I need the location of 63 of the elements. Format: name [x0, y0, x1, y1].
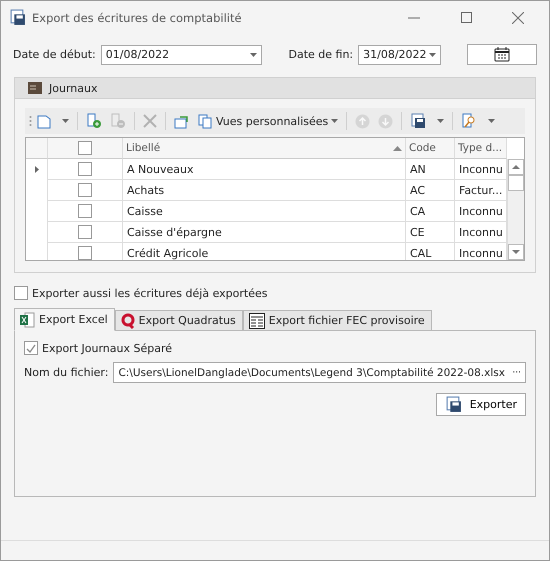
- grip-icon: [29, 115, 32, 127]
- checkbox[interactable]: [78, 246, 92, 260]
- export-button[interactable]: Exporter: [436, 393, 526, 416]
- close-icon: [512, 12, 524, 24]
- copy-icon: [198, 114, 213, 128]
- document-icon: [37, 113, 51, 129]
- date-field[interactable]: 31/08/2022: [358, 44, 442, 64]
- panel-title: Journaux: [49, 82, 98, 94]
- up-arrow-icon: [512, 165, 520, 169]
- table-cell: CE: [406, 222, 455, 243]
- delete-icon: [143, 114, 157, 128]
- table-cell: AC: [406, 180, 455, 201]
- column-header[interactable]: Code: [406, 138, 455, 159]
- table-icon: [248, 312, 265, 328]
- browse-button[interactable]: ···: [512, 368, 521, 378]
- column-header[interactable]: Libellé: [123, 138, 406, 159]
- checkbox[interactable]: [78, 162, 92, 176]
- minimize-icon: [408, 16, 420, 18]
- checkbox[interactable]: [78, 183, 92, 197]
- tab[interactable]: Export Excel: [14, 308, 115, 331]
- table-cell: A Nouveaux: [123, 159, 406, 180]
- file-label: Nom du fichier:: [24, 366, 108, 379]
- search-icon: [461, 113, 478, 129]
- views-button[interactable]: Vues personnalisées: [195, 110, 342, 132]
- remove-document-icon: [110, 113, 126, 129]
- checkbox[interactable]: [78, 225, 92, 239]
- maximize-icon: [460, 12, 472, 23]
- tab[interactable]: Export Quadratus: [114, 310, 243, 331]
- date-label: Date de fin:: [288, 48, 354, 61]
- scroll-thumb[interactable]: [508, 175, 524, 191]
- calendar-button[interactable]: [467, 44, 537, 65]
- book-icon: [28, 82, 42, 94]
- table-cell: Caisse: [123, 201, 406, 222]
- checkbox[interactable]: [78, 204, 92, 218]
- checkbox-label: Export Journaux Séparé: [42, 342, 172, 354]
- table-cell: CAL: [406, 243, 455, 260]
- table-cell: CA: [406, 201, 455, 222]
- checkmark-icon: [26, 344, 36, 352]
- tab[interactable]: Export fichier FEC provisoire: [242, 310, 432, 331]
- checkbox-label: Exporter aussi les écritures déjà exportées: [32, 286, 268, 300]
- date-label: Date de début:: [13, 48, 96, 61]
- checkbox[interactable]: [24, 341, 38, 355]
- scroll-up-button[interactable]: [508, 159, 524, 175]
- checkbox[interactable]: [78, 141, 92, 155]
- caret-icon: [429, 52, 436, 56]
- date-field[interactable]: 01/08/2022: [100, 44, 262, 64]
- q-logo-icon: [120, 312, 135, 328]
- scroll-down-button[interactable]: [508, 244, 524, 260]
- file-field[interactable]: C:\Users\LionelDanglade\Documents\Legend 3\Comptabilité 2022-08.xlsx ···: [113, 362, 526, 383]
- checkbox[interactable]: [14, 286, 28, 300]
- calendar-icon: [494, 47, 510, 62]
- row-pointer-icon: [34, 166, 38, 173]
- window-title: Export des écritures de comptabilité: [32, 10, 243, 24]
- down-arrow-icon: [512, 250, 520, 254]
- table-cell: AN: [406, 159, 455, 180]
- spreadsheet-icon: [20, 312, 35, 328]
- column-header[interactable]: Type d...: [455, 138, 507, 159]
- caret-icon: [250, 52, 258, 56]
- scrollbar[interactable]: [507, 159, 524, 260]
- table-cell: Caisse d'épargne: [123, 222, 406, 243]
- table-cell: Crédit Agricole: [123, 243, 406, 260]
- add-document-icon: [86, 113, 102, 129]
- table-cell: Achats: [123, 180, 406, 201]
